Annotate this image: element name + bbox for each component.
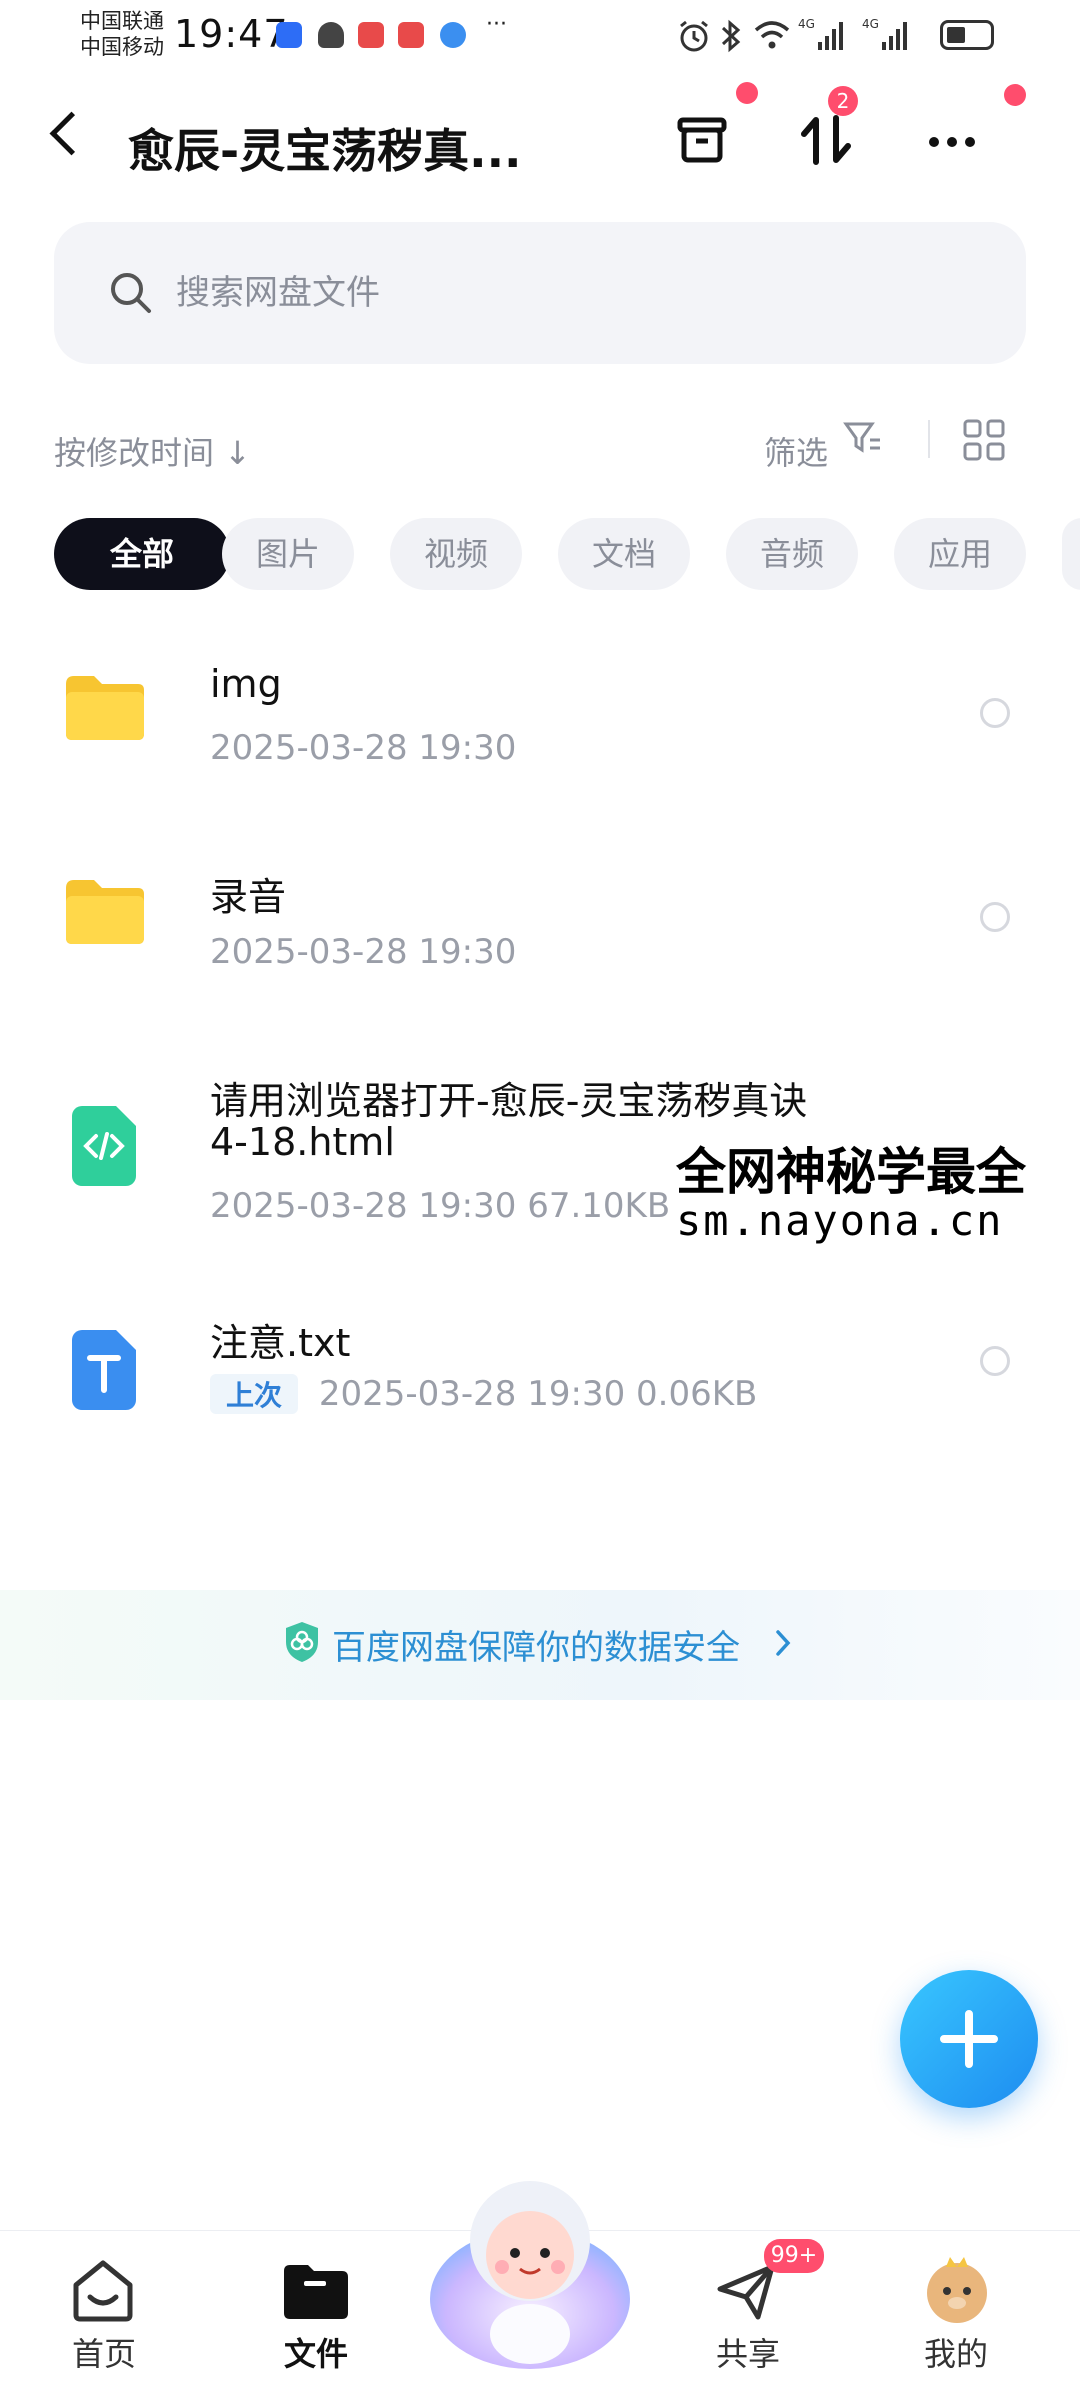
watermark-line-1: 全网神秘学最全 [676,1143,1026,1201]
file-name-line-2: 4-18.html [210,1120,395,1164]
tab-more[interactable] [1062,518,1080,590]
files-icon [284,2265,348,2319]
select-checkbox[interactable] [980,1346,1010,1376]
nav-files-label: 文件 [283,2335,348,2373]
nav-mascot[interactable] [420,2181,640,2401]
tab-documents[interactable]: 文档 [558,518,690,590]
tab-all[interactable]: 全部 [54,518,230,590]
bluetooth-icon [721,19,741,53]
plus-icon [940,2010,998,2068]
back-button[interactable] [49,111,94,156]
nav-share-label: 共享 [715,2335,780,2373]
mascot-icon [430,2181,630,2369]
status-bar: 中国联通 中国移动 19:47 ··· 4G 4G [0,0,1080,70]
tab-apps[interactable]: 应用 [894,518,1026,590]
more-notifications-icon: ··· [486,12,507,37]
watermark-line-2: sm.nayona.cn [676,1196,1004,1245]
tab-images[interactable]: 图片 [222,518,354,590]
nav-home[interactable]: 首页 [24,2231,184,2401]
transfer-icon[interactable] [794,108,858,172]
signal-4g-icon-1: 4G [798,17,843,50]
filter-icon[interactable] [842,418,884,458]
folder-icon [66,676,144,740]
app-notification-icon [318,22,344,48]
file-name: 注意.txt [210,1321,351,1365]
file-meta: 2025-03-28 19:30 [210,932,517,972]
last-opened-tag: 上次 [210,1374,299,1414]
tab-audio[interactable]: 音频 [726,518,858,590]
search-input[interactable] [174,262,978,324]
file-name: 录音 [210,875,287,919]
chevron-right-icon [776,1630,791,1656]
list-item[interactable]: 注意.txt 上次 2025-03-28 19:30 0.06KB [0,1290,1080,1490]
search-icon [111,273,151,313]
list-item[interactable]: img 2025-03-28 19:30 [0,620,1080,820]
nav-mine[interactable]: 我的 [876,2231,1036,2401]
share-badge: 99+ [764,2239,824,2273]
recycle-bin-icon[interactable] [670,108,734,172]
app-notification-icon [276,22,302,48]
browser-notification-icon [440,22,466,48]
list-item[interactable]: 录音 2025-03-28 19:30 [0,824,1080,1024]
wifi-icon [754,21,790,49]
nav-home-label: 首页 [71,2335,136,2373]
folder-icon [66,880,144,944]
divider [928,420,930,458]
app-notification-icon [358,22,384,48]
txt-file-icon [72,1330,136,1410]
home-icon [73,2260,133,2322]
bottom-navigation: 首页 文件 99+ 共享 我的 [0,2181,1080,2401]
tab-videos[interactable]: 视频 [390,518,522,590]
safety-text: 百度网盘保障你的数据安全 [332,1628,740,1668]
carrier-info: 中国联通 中国移动 [80,8,164,60]
file-meta: 2025-03-28 19:30 [210,728,517,768]
battery-icon [940,20,994,50]
app-notification-icon [398,22,424,48]
file-meta: 2025-03-28 19:30 0.06KB [318,1374,758,1414]
select-checkbox[interactable] [980,902,1010,932]
page-title: 愈辰-灵宝荡秽真... [128,124,522,178]
search-bar[interactable] [54,222,1026,364]
nav-share[interactable]: 99+ 共享 [668,2231,828,2401]
filter-label: 筛选 [764,434,829,472]
file-meta: 2025-03-28 19:30 67.10KB [210,1186,671,1226]
status-time: 19:47 [174,12,289,56]
filter-button[interactable]: 筛选 [764,428,828,474]
notification-dot [736,82,758,104]
html-file-icon [72,1106,136,1186]
alarm-icon [680,20,708,52]
grid-view-icon[interactable] [962,418,1006,462]
svg-text:4G: 4G [862,17,879,31]
add-button[interactable] [900,1970,1038,2108]
file-meta-row: 上次 2025-03-28 19:30 0.06KB [210,1374,757,1414]
select-checkbox[interactable] [980,698,1010,728]
carrier-2: 中国移动 [80,35,164,59]
notification-dot [1004,84,1026,106]
signal-4g-icon-2: 4G [862,17,907,50]
watermark-overlay: 全网神秘学最全 sm.nayona.cn [672,1130,1080,1254]
data-safety-banner[interactable]: 百度网盘保障你的数据安全 [0,1590,1080,1700]
avatar [927,2257,987,2323]
carrier-1: 中国联通 [80,9,164,33]
file-name-line-1: 请用浏览器打开-愈辰-灵宝荡秽真诀 [210,1079,808,1123]
svg-text:4G: 4G [798,17,815,31]
transfer-badge: 2 [828,86,858,116]
nav-mine-label: 我的 [923,2335,988,2373]
file-name: img [210,662,282,706]
sort-button[interactable]: 按修改时间 ↓ [54,428,251,474]
more-options-icon[interactable] [920,108,984,172]
nav-files[interactable]: 文件 [236,2231,396,2401]
shield-icon [286,1622,318,1662]
